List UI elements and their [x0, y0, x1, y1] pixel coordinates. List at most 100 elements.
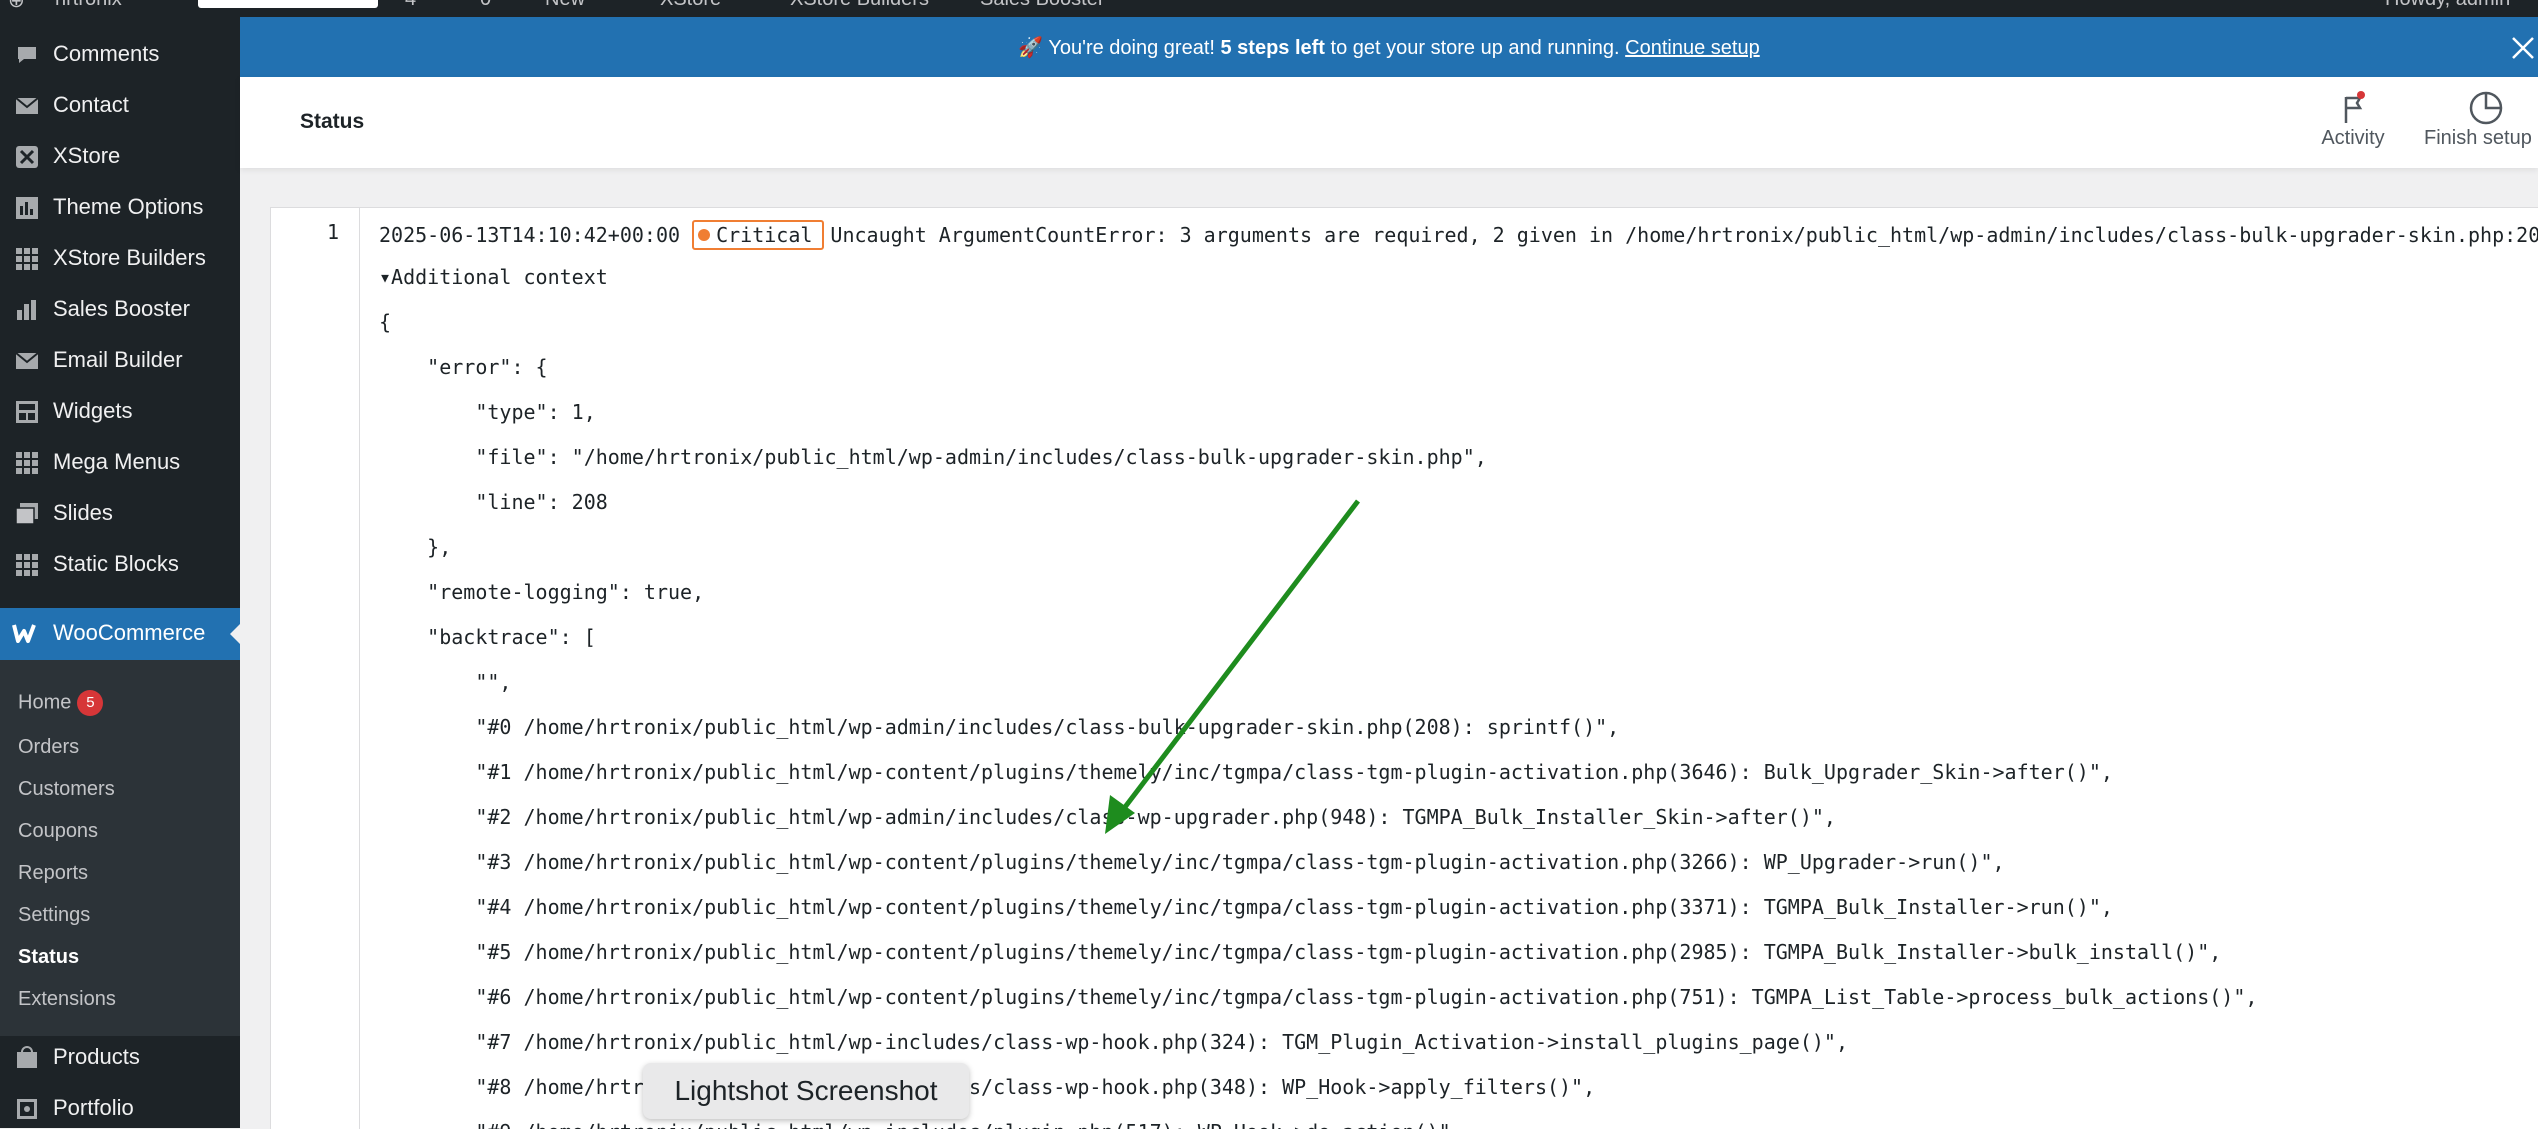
- backtrace-line: "#4 /home/hrtronix/public_html/wp-conten…: [379, 895, 2113, 919]
- submenu-item-customers[interactable]: Customers: [18, 778, 115, 801]
- sidebar-item-xstore-builders[interactable]: XStore Builders: [0, 233, 240, 284]
- close-icon[interactable]: [2508, 33, 2538, 63]
- sidebar-item-label: Portfolio: [53, 1095, 134, 1120]
- submenu-item-extensions[interactable]: Extensions: [18, 988, 116, 1011]
- comments-count[interactable]: 0: [480, 0, 491, 11]
- woocommerce-submenu: Home 5 Orders Customers Coupons Reports S…: [0, 660, 240, 1036]
- context-line: "backtrace": [: [379, 625, 596, 649]
- page-title: Status: [300, 110, 365, 133]
- level-label: Critical: [716, 223, 813, 247]
- sidebar-item-products[interactable]: Products: [0, 1032, 240, 1083]
- backtrace-line: "#2 /home/hrtronix/public_html/wp-admin/…: [379, 805, 1836, 829]
- setup-notice-banner: 🚀 You're doing great! 5 steps left to ge…: [240, 17, 2538, 77]
- sidebar-item-comments[interactable]: Comments: [0, 29, 240, 80]
- backtrace-line: "#5 /home/hrtronix/public_html/wp-conten…: [379, 940, 2222, 964]
- notification-badge: 5: [77, 690, 104, 716]
- continue-setup-link[interactable]: Continue setup: [1625, 37, 1760, 59]
- context-toggle-label: Additional context: [391, 265, 608, 289]
- submenu-item-settings[interactable]: Settings: [18, 904, 90, 927]
- notice-steps-left: 5 steps left: [1220, 37, 1325, 59]
- products-icon: [14, 1045, 40, 1071]
- site-name-highlight: [198, 0, 378, 8]
- lightshot-tooltip: Lightshot Screenshot: [643, 1063, 969, 1119]
- wordpress-logo-icon[interactable]: ⊕: [8, 0, 25, 13]
- sidebar-item-slides[interactable]: Slides: [0, 488, 240, 539]
- updates-count[interactable]: 4: [405, 0, 416, 11]
- activity-label: Activity: [2321, 127, 2385, 149]
- sidebar-item-theme-options[interactable]: Theme Options: [0, 182, 240, 233]
- grid-icon: [14, 246, 40, 272]
- slides-icon: [14, 501, 40, 527]
- log-timestamp: 2025-06-13T14:10:42+00:00: [379, 223, 681, 247]
- sidebar-item-label: Email Builder: [53, 347, 183, 372]
- line-number: 1: [326, 220, 339, 244]
- sidebar-item-label: Comments: [53, 41, 160, 66]
- mail-icon: [14, 348, 40, 374]
- grid-icon: [14, 552, 40, 578]
- log-entry-header: 2025-06-13T14:10:42+00:00 Critical Uncaug…: [379, 220, 2538, 250]
- finish-setup-label: Finish setup: [2424, 127, 2532, 149]
- sidebar-item-email-builder[interactable]: Email Builder: [0, 335, 240, 386]
- sidebar-item-label: Contact: [53, 92, 129, 117]
- line-number-gutter: 1: [271, 208, 360, 1129]
- submenu-item-home[interactable]: Home 5: [18, 690, 104, 716]
- new-content-link[interactable]: New: [545, 0, 585, 11]
- chart-icon: [14, 195, 40, 221]
- backtrace-line: "#6 /home/hrtronix/public_html/wp-conten…: [379, 985, 2258, 1009]
- comment-icon: [14, 42, 40, 68]
- backtrace-line: "#0 /home/hrtronix/public_html/wp-admin/…: [379, 715, 1620, 739]
- sales-booster-bar-link[interactable]: Sales Booster: [980, 0, 1105, 11]
- level-dot-icon: [698, 229, 711, 241]
- bar-chart-icon: [14, 297, 40, 323]
- context-line: "line": 208: [379, 490, 608, 514]
- backtrace-line: "#3 /home/hrtronix/public_html/wp-conten…: [379, 850, 2005, 874]
- sidebar-item-label: Mega Menus: [53, 449, 181, 474]
- notice-text-after: to get your store up and running.: [1324, 37, 1626, 59]
- sidebar-item-label: Theme Options: [53, 194, 204, 219]
- log-message: Uncaught ArgumentCountError: 3 arguments…: [830, 223, 2538, 247]
- sidebar-item-sales-booster[interactable]: Sales Booster: [0, 284, 240, 335]
- submenu-item-label: Home: [18, 691, 72, 714]
- context-line: "file": "/home/hrtronix/public_html/wp-a…: [379, 445, 1487, 469]
- activity-button[interactable]: Activity: [2308, 89, 2398, 159]
- sidebar-item-contact[interactable]: Contact: [0, 80, 240, 131]
- additional-context-toggle[interactable]: ▾Additional context: [379, 265, 608, 295]
- sidebar-item-label: XStore Builders: [53, 245, 206, 270]
- mail-icon: [14, 93, 40, 119]
- sidebar-item-static-blocks[interactable]: Static Blocks: [0, 539, 240, 590]
- notice-text: 🚀 You're doing great! 5 steps left to ge…: [240, 35, 2538, 60]
- widgets-icon: [14, 399, 40, 425]
- page-header: Status Activity Finish setup: [240, 77, 2538, 168]
- submenu-item-coupons[interactable]: Coupons: [18, 820, 98, 843]
- sidebar-item-widgets[interactable]: Widgets: [0, 386, 240, 437]
- sidebar-item-label: XStore: [53, 143, 121, 168]
- finish-setup-button[interactable]: Finish setup: [2424, 89, 2538, 159]
- sidebar-item-woocommerce[interactable]: WooCommerce: [0, 608, 240, 660]
- context-line: {: [379, 310, 392, 334]
- sidebar-item-label: Products: [53, 1044, 140, 1069]
- site-name-link[interactable]: hrtronix: [55, 0, 122, 11]
- xstore-bar-link[interactable]: XStore: [660, 0, 721, 11]
- context-line: },: [379, 535, 452, 559]
- sidebar-item-portfolio[interactable]: Portfolio: [0, 1083, 240, 1128]
- woocommerce-icon: [12, 621, 42, 647]
- sidebar-item-mega-menus[interactable]: Mega Menus: [0, 437, 240, 488]
- backtrace-line: "#7 /home/hrtronix/public_html/wp-includ…: [379, 1030, 1849, 1054]
- grid-icon: [14, 450, 40, 476]
- xstore-builders-bar-link[interactable]: XStore Builders: [790, 0, 929, 11]
- admin-sidebar: Comments Contact XStore Theme Options XS…: [0, 17, 240, 1128]
- backtrace-line: "#1 /home/hrtronix/public_html/wp-conten…: [379, 760, 2113, 784]
- sidebar-item-xstore[interactable]: XStore: [0, 131, 240, 182]
- submenu-item-status[interactable]: Status: [18, 946, 79, 969]
- submenu-item-reports[interactable]: Reports: [18, 862, 88, 885]
- admin-bar: ⊕ hrtronix 4 0 New XStore XStore Builder…: [0, 0, 2538, 17]
- disclosure-triangle-icon: ▾: [379, 265, 392, 289]
- context-line: "",: [379, 670, 512, 694]
- flag-icon: [2333, 89, 2373, 127]
- current-menu-arrow: [230, 622, 240, 646]
- critical-level-badge: Critical: [692, 220, 825, 250]
- account-menu[interactable]: Howdy, admin: [2385, 0, 2510, 11]
- submenu-item-orders[interactable]: Orders: [18, 736, 79, 759]
- context-line: "error": {: [379, 355, 548, 379]
- sidebar-item-label: Sales Booster: [53, 296, 190, 321]
